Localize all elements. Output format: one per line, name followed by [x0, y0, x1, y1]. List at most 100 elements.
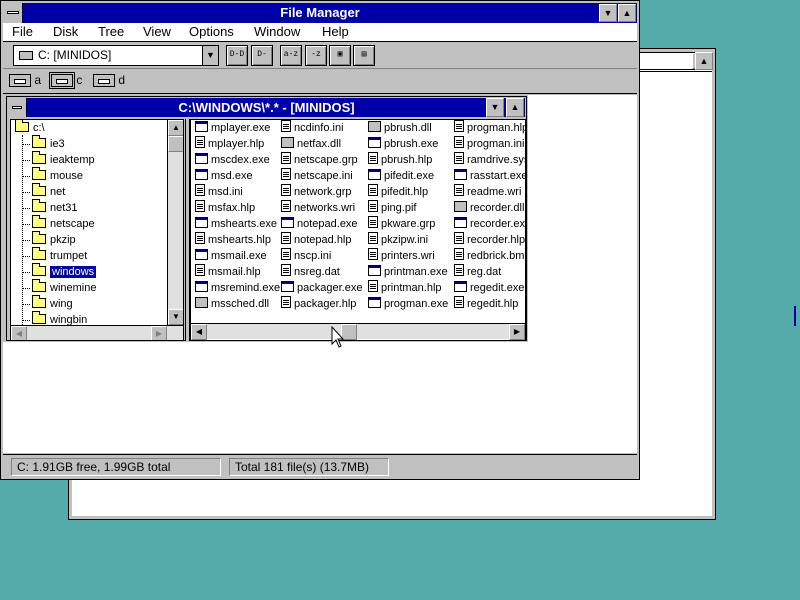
menu-file[interactable]: File [12, 24, 33, 39]
file-item[interactable]: msd.exe [195, 168, 253, 184]
file-item[interactable]: netfax.dll [281, 136, 341, 152]
minimize-button[interactable]: ▼ [486, 98, 504, 117]
scroll-right-icon[interactable]: ▶ [151, 326, 167, 340]
scroll-up-icon[interactable]: ▲ [168, 120, 183, 136]
file-item[interactable]: ramdrive.sys [454, 152, 525, 168]
file-item[interactable]: regedit.exe [454, 280, 524, 296]
file-item[interactable]: regedit.hlp [454, 296, 518, 312]
tree-item-root[interactable]: c:\ [15, 120, 45, 136]
file-item[interactable]: notepad.hlp [281, 232, 352, 248]
file-item[interactable]: recorder.dll [454, 200, 524, 216]
file-item[interactable]: printers.wri [368, 248, 435, 264]
file-item[interactable]: pkzipw.ini [368, 232, 428, 248]
file-item[interactable]: msmail.hlp [195, 264, 261, 280]
tree-item[interactable]: winemine [22, 279, 96, 296]
file-item[interactable]: reg.dat [454, 264, 501, 280]
scroll-left-icon[interactable]: ◀ [11, 326, 27, 340]
file-item[interactable]: netscape.ini [281, 168, 353, 184]
file-item[interactable]: redbrick.bmp [454, 248, 525, 264]
scroll-left-icon[interactable]: ◀ [191, 324, 207, 340]
scroll-thumb[interactable] [168, 136, 183, 152]
tree-item[interactable]: pkzip [22, 231, 76, 248]
tree-item-selected[interactable]: windows [22, 263, 97, 280]
file-item[interactable]: rasstart.exe [454, 168, 525, 184]
directory-window-title-bar[interactable]: C:\WINDOWS\*.* - [MINIDOS] ▼ ▲ [8, 98, 525, 117]
chevron-down-icon[interactable]: ▼ [202, 46, 218, 65]
file-item[interactable]: packager.exe [281, 280, 362, 296]
menu-tree[interactable]: Tree [98, 24, 124, 39]
file-item[interactable]: nscp.ini [281, 248, 331, 264]
file-item[interactable]: msremind.exe [195, 280, 280, 296]
file-item[interactable]: mshearts.exe [195, 216, 277, 232]
file-item[interactable]: mplayer.exe [195, 120, 270, 136]
system-menu-button[interactable] [3, 3, 23, 23]
file-item[interactable]: pbrush.dll [368, 120, 432, 136]
tree-item[interactable]: net31 [22, 199, 78, 216]
drive-a[interactable]: a [9, 73, 41, 90]
menu-window[interactable]: Window [254, 24, 300, 39]
tree-item[interactable]: netscape [22, 215, 95, 232]
file-item[interactable]: pifedit.hlp [368, 184, 428, 200]
file-item[interactable]: mscdex.exe [195, 152, 270, 168]
maximize-button[interactable]: ▲ [506, 98, 524, 117]
file-item[interactable]: printman.hlp [368, 280, 442, 296]
copy-disk-button[interactable]: ▣ [329, 45, 351, 66]
tree-item[interactable]: net [22, 183, 65, 200]
file-item[interactable]: progman.exe [368, 296, 448, 312]
sort-by-name-button[interactable]: a-z [280, 45, 302, 66]
file-item[interactable]: mshearts.hlp [195, 232, 271, 248]
file-item[interactable]: progman.hlp [454, 120, 525, 136]
tree-vertical-scrollbar[interactable]: ▲ ▼ [167, 120, 183, 325]
tree-item[interactable]: ie3 [22, 135, 65, 152]
menu-disk[interactable]: Disk [53, 24, 78, 39]
drive-disconnect-button[interactable]: D- [251, 45, 273, 66]
maximize-button[interactable]: ▲ [618, 4, 636, 22]
tree-horizontal-scrollbar[interactable]: ◀ ▶ [11, 325, 183, 340]
maximize-button[interactable]: ▲ [695, 52, 713, 70]
directory-tree[interactable]: c:\ ie3 ieaktemp mouse net net31 netscap… [10, 119, 184, 341]
file-item[interactable]: printman.exe [368, 264, 448, 280]
tree-item[interactable]: trumpet [22, 247, 87, 264]
file-item[interactable]: notepad.exe [281, 216, 358, 232]
file-list[interactable]: mplayer.exe mplayer.hlp mscdex.exe msd.e… [190, 119, 526, 341]
file-item[interactable]: progman.ini [454, 136, 524, 152]
drive-connect-button[interactable]: D-D [226, 45, 248, 66]
file-item[interactable]: ncdinfo.ini [281, 120, 344, 136]
file-item[interactable]: recorder.hlp [454, 232, 525, 248]
file-item[interactable]: msd.ini [195, 184, 243, 200]
file-item[interactable]: packager.hlp [281, 296, 356, 312]
file-item[interactable]: recorder.exe [454, 216, 525, 232]
file-horizontal-scrollbar[interactable]: ◀ ▶ [191, 323, 525, 340]
file-item[interactable]: network.grp [281, 184, 351, 200]
file-item[interactable]: msfax.hlp [195, 200, 255, 216]
file-item[interactable]: pbrush.hlp [368, 152, 432, 168]
file-item[interactable]: mplayer.hlp [195, 136, 264, 152]
drive-d[interactable]: d [93, 73, 125, 90]
sort-by-type-button[interactable]: -z [305, 45, 327, 66]
file-item[interactable]: mssched.dll [195, 296, 269, 312]
tree-item-label: net31 [50, 202, 78, 214]
minimize-button[interactable]: ▼ [599, 4, 617, 22]
title-bar[interactable]: File Manager ▼ ▲ [3, 3, 637, 23]
new-window-button[interactable]: ▤ [353, 45, 375, 66]
file-item[interactable]: ping.pif [368, 200, 416, 216]
tree-item[interactable]: mouse [22, 167, 83, 184]
menu-help[interactable]: Help [322, 24, 349, 39]
system-menu-button[interactable] [8, 98, 27, 117]
scroll-right-icon[interactable]: ▶ [509, 324, 525, 340]
file-item[interactable]: readme.wri [454, 184, 521, 200]
file-item[interactable]: msmail.exe [195, 248, 267, 264]
tree-item[interactable]: ieaktemp [22, 151, 95, 168]
file-item[interactable]: networks.wri [281, 200, 355, 216]
file-item[interactable]: pbrush.exe [368, 136, 438, 152]
scroll-down-icon[interactable]: ▼ [168, 309, 183, 325]
drive-select[interactable]: C: [MINIDOS] ▼ [13, 45, 219, 66]
file-item[interactable]: nsreg.dat [281, 264, 340, 280]
file-item[interactable]: netscape.grp [281, 152, 358, 168]
menu-options[interactable]: Options [189, 24, 234, 39]
menu-view[interactable]: View [143, 24, 171, 39]
file-item[interactable]: pkware.grp [368, 216, 435, 232]
file-item[interactable]: pifedit.exe [368, 168, 434, 184]
tree-item[interactable]: wing [22, 295, 73, 312]
drive-c[interactable]: c [49, 72, 82, 90]
